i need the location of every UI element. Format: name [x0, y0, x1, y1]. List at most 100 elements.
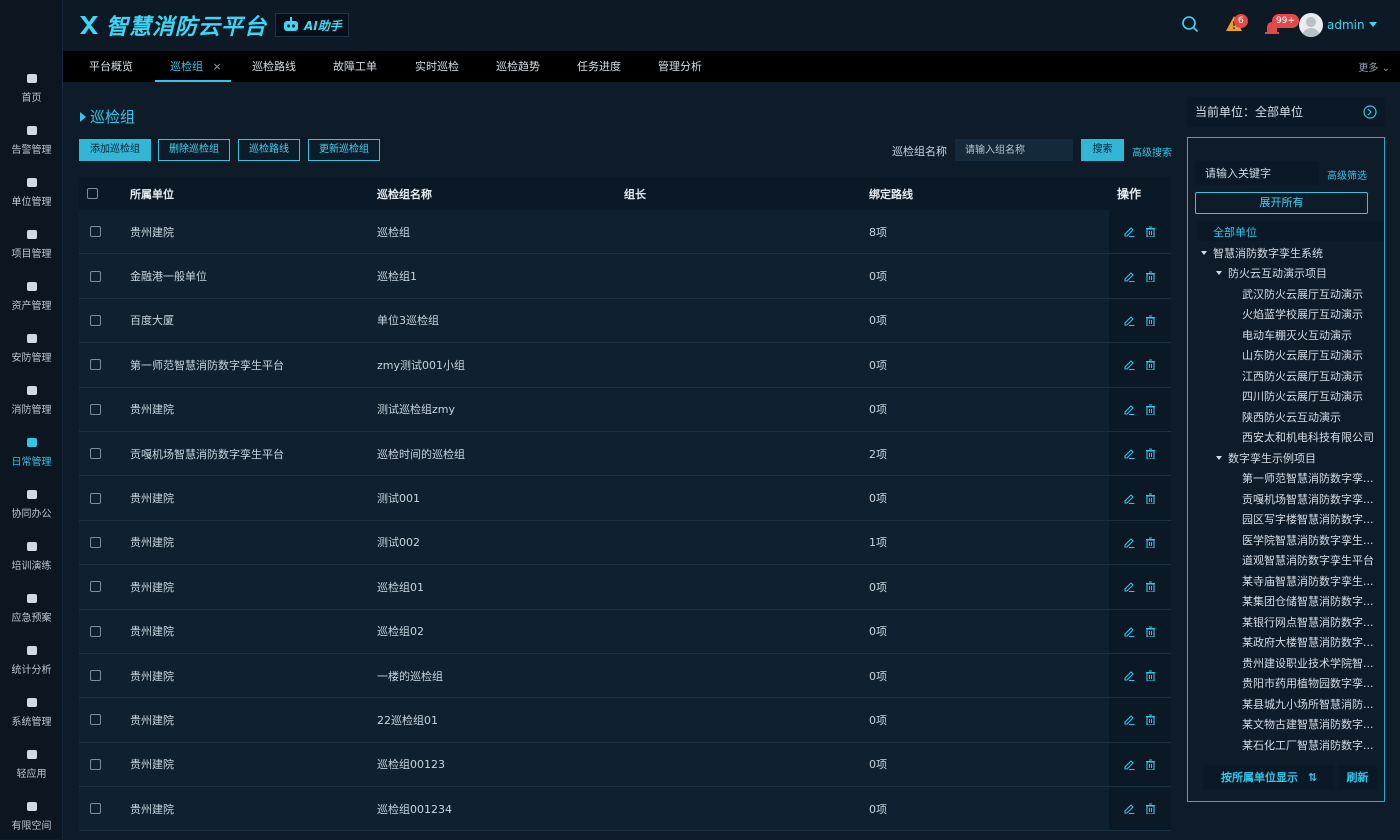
delete-icon[interactable]: [1145, 714, 1156, 726]
delete-group-button[interactable]: 删除巡检组: [158, 139, 230, 161]
sidebar-item-11[interactable]: 统计分析: [0, 634, 63, 684]
tree-node[interactable]: 第一师范智慧消防数字孪...: [1242, 470, 1384, 486]
caret-down-icon[interactable]: [1216, 271, 1222, 275]
tree-node[interactable]: 道观智慧消防数字孪生平台: [1242, 552, 1384, 568]
sidebar-item-8[interactable]: 协同办公: [0, 478, 63, 528]
caret-down-icon[interactable]: [1201, 250, 1207, 255]
table-row[interactable]: 百度大厦 单位3巡检组 0项: [79, 298, 1171, 344]
sidebar-item-2[interactable]: 单位管理: [0, 166, 63, 216]
delete-icon[interactable]: [1145, 226, 1156, 238]
edit-icon[interactable]: [1124, 315, 1135, 326]
row-checkbox[interactable]: [90, 403, 101, 415]
row-checkbox[interactable]: [90, 581, 101, 593]
tree-node[interactable]: 贡嘎机场智慧消防数字孪...: [1242, 491, 1384, 507]
tree-node[interactable]: 园区写字楼智慧消防数字...: [1242, 511, 1384, 527]
tree-node[interactable]: 山东防火云展厅互动演示: [1242, 347, 1384, 363]
tree-node[interactable]: 某政府大楼智慧消防数字...: [1242, 634, 1384, 650]
tree-node[interactable]: 全部单位: [1213, 224, 1384, 240]
add-group-button[interactable]: 添加巡检组: [79, 139, 151, 161]
table-row[interactable]: 金融港一般单位 巡检组1 0项: [79, 254, 1171, 299]
tree-node[interactable]: 医学院智慧消防数字孪生...: [1242, 532, 1384, 548]
tree-node[interactable]: 贵州建设职业技术学院智...: [1242, 655, 1384, 671]
refresh-button[interactable]: 刷新: [1338, 765, 1377, 790]
row-checkbox[interactable]: [90, 226, 101, 238]
tree-node[interactable]: 陕西防火云互动演示: [1242, 409, 1384, 425]
caret-down-icon[interactable]: [1216, 455, 1222, 460]
sidebar-item-5[interactable]: 安防管理: [0, 322, 63, 372]
edit-icon[interactable]: [1124, 670, 1135, 682]
row-checkbox[interactable]: [90, 803, 101, 815]
row-checkbox[interactable]: [90, 448, 101, 460]
delete-icon[interactable]: [1145, 803, 1156, 815]
edit-icon[interactable]: [1124, 359, 1135, 371]
row-checkbox[interactable]: [90, 625, 101, 637]
tree-node[interactable]: 电动车棚灭火互动演示: [1242, 327, 1384, 343]
sort-by-unit-button[interactable]: 按所属单位显示 ⇅: [1203, 765, 1334, 790]
tab-overview[interactable]: 平台概览: [89, 51, 133, 82]
sidebar-item-9[interactable]: 培训演练: [0, 530, 63, 580]
edit-icon[interactable]: [1124, 537, 1135, 548]
table-row[interactable]: 贵州建院 测试002 1项: [79, 520, 1171, 566]
keyword-input[interactable]: [1195, 161, 1319, 185]
tree-node[interactable]: 某石化工厂智慧消防数字...: [1242, 737, 1384, 753]
edit-icon[interactable]: [1124, 448, 1135, 460]
table-row[interactable]: 贵州建院 巡检组01 0项: [79, 565, 1171, 610]
route-button[interactable]: 巡检路线: [238, 139, 300, 161]
table-row[interactable]: 贵州建院 巡检组 8项: [79, 210, 1171, 255]
edit-icon[interactable]: [1124, 803, 1135, 815]
sidebar-item-12[interactable]: 系统管理: [0, 686, 63, 736]
tree-node[interactable]: 某集团仓储智慧消防数字...: [1242, 593, 1384, 609]
edit-icon[interactable]: [1124, 271, 1135, 282]
tree-node[interactable]: 江西防火云展厅互动演示: [1242, 368, 1384, 384]
table-row[interactable]: 贵州建院 测试001 0项: [79, 476, 1171, 521]
table-row[interactable]: 贵州建院 一楼的巡检组 0项: [79, 653, 1171, 699]
delete-icon[interactable]: [1145, 271, 1156, 282]
delete-icon[interactable]: [1145, 581, 1156, 593]
tree-node[interactable]: 某县城九小场所智慧消防...: [1242, 696, 1384, 712]
tab-inspection-trend[interactable]: 巡检趋势: [496, 51, 540, 82]
tree-node[interactable]: 火焰蓝学校展厅互动演示: [1242, 306, 1384, 322]
search-button[interactable]: 搜索: [1081, 139, 1124, 161]
tab-inspection-route[interactable]: 巡检路线: [252, 51, 296, 82]
edit-icon[interactable]: [1124, 226, 1135, 238]
user-name[interactable]: admin: [1327, 18, 1365, 32]
row-checkbox[interactable]: [90, 714, 101, 726]
delete-icon[interactable]: [1145, 359, 1156, 371]
select-all-checkbox[interactable]: [87, 188, 98, 199]
row-checkbox[interactable]: [90, 536, 101, 548]
delete-icon[interactable]: [1145, 493, 1156, 504]
tab-management-analysis[interactable]: 管理分析: [658, 51, 702, 82]
delete-icon[interactable]: [1145, 670, 1156, 682]
edit-icon[interactable]: [1124, 581, 1135, 593]
chevron-down-icon[interactable]: [1369, 22, 1377, 28]
tree-node[interactable]: 西安太和机电科技有限公司: [1242, 429, 1384, 445]
sidebar-item-14[interactable]: 有限空间: [0, 790, 63, 840]
tree-node[interactable]: 四川防火云展厅互动演示: [1242, 388, 1384, 404]
edit-icon[interactable]: [1124, 493, 1135, 504]
delete-icon[interactable]: [1145, 315, 1156, 326]
sidebar-item-1[interactable]: 告警管理: [0, 114, 63, 164]
update-group-button[interactable]: 更新巡检组: [308, 139, 380, 161]
tab-inspection-group[interactable]: 巡检组 ×: [155, 51, 231, 82]
search-input[interactable]: [955, 139, 1073, 161]
tree-node[interactable]: 贵阳市药用植物园数字孪...: [1242, 675, 1384, 691]
avatar[interactable]: [1299, 13, 1323, 37]
edit-icon[interactable]: [1124, 626, 1135, 637]
row-checkbox[interactable]: [90, 314, 101, 326]
tree-node[interactable]: 智慧消防数字孪生系统: [1213, 245, 1384, 261]
tree-node[interactable]: 武汉防火云展厅互动演示: [1242, 286, 1384, 302]
table-row[interactable]: 贡嘎机场智慧消防数字孪生平台 巡检时间的巡检组 2项: [79, 431, 1171, 477]
expand-all-button[interactable]: 展开所有: [1195, 192, 1368, 214]
table-row[interactable]: 第一师范智慧消防数字孪生平台 zmy测试001小组 0项: [79, 343, 1171, 388]
advanced-search-link[interactable]: 高级搜索: [1132, 144, 1172, 159]
row-checkbox[interactable]: [90, 492, 101, 504]
tabs-more[interactable]: 更多 ⌄: [1358, 59, 1390, 74]
edit-icon[interactable]: [1124, 759, 1135, 770]
tab-fault-ticket[interactable]: 故障工单: [333, 51, 377, 82]
table-row[interactable]: 贵州建院 测试巡检组zmy 0项: [79, 387, 1171, 432]
row-checkbox[interactable]: [90, 758, 101, 770]
sidebar-item-4[interactable]: 资产管理: [0, 270, 63, 320]
delete-icon[interactable]: [1145, 759, 1156, 770]
tab-task-progress[interactable]: 任务进度: [577, 51, 621, 82]
search-icon[interactable]: [1181, 15, 1199, 33]
